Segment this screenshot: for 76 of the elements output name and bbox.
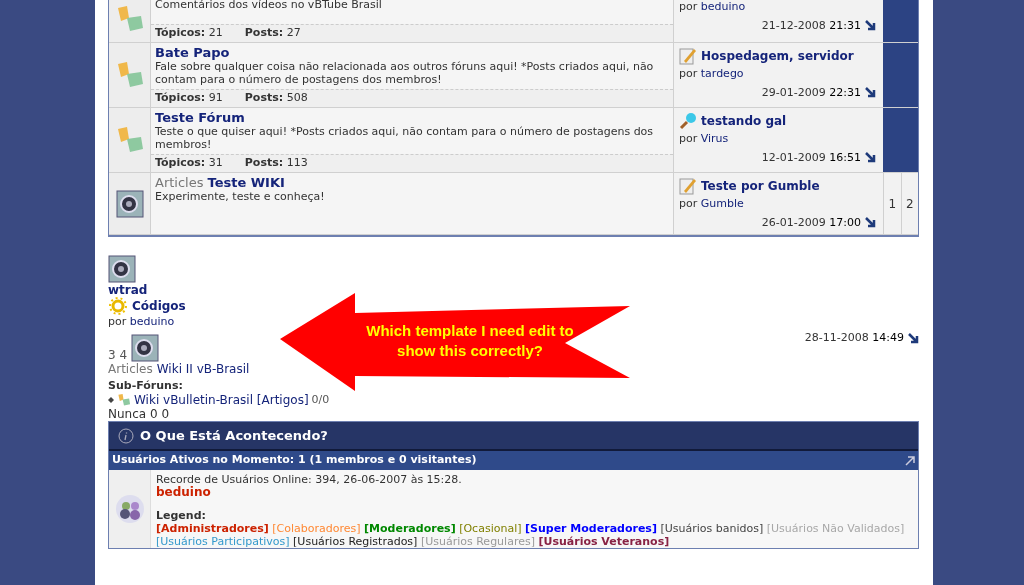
last-post-title-link[interactable]: Hospedagem, servidor xyxy=(701,47,854,65)
forum-title-link[interactable]: Bate Papo xyxy=(155,45,230,60)
last-post-author: por Gumble xyxy=(679,196,745,212)
last-post-never: Nunca 0 0 xyxy=(108,407,171,421)
legend-group: [Usuários Participativos] xyxy=(156,535,290,548)
author-link[interactable]: beduino xyxy=(700,0,746,13)
page-numbers: 3 4 xyxy=(108,348,128,362)
last-post-author: por beduino xyxy=(679,0,747,15)
forum-stat: Tópicos: 31 xyxy=(155,155,223,172)
panel-title: O Que Está Acontecendo? xyxy=(140,426,328,445)
forum-description: Comentários dos vídeos no vBTube Brasil xyxy=(155,0,383,11)
last-post-title-link[interactable]: testando gal xyxy=(701,112,787,130)
legend-label: Legend: xyxy=(156,509,207,522)
page-number-cell: 1 xyxy=(883,173,901,234)
collapse-arrow-icon[interactable] xyxy=(905,455,915,466)
legend-group: [Administradores] xyxy=(156,522,269,535)
forum-title-link[interactable]: Wiki II vB-Brasil xyxy=(156,362,250,376)
online-record-text: Recorde de Usuários Online: 394, 26-06-2007 às 15:28. xyxy=(156,473,463,486)
author-link[interactable]: Gumble xyxy=(700,197,744,210)
vault-icon xyxy=(108,255,136,283)
legend-group: [Usuários Regulares] xyxy=(420,535,535,548)
forum-title-link[interactable]: Teste Fórum xyxy=(155,110,245,125)
last-post-date: 12-01-2009 16:51 xyxy=(761,149,861,166)
forum-title-link[interactable]: Teste WIKI xyxy=(207,175,285,190)
legend-group: [Colaboradores] xyxy=(272,522,361,535)
go-to-post-arrow-icon[interactable] xyxy=(865,152,876,164)
go-to-post-arrow-icon[interactable] xyxy=(865,87,876,99)
last-post-title-link[interactable]: Códigos xyxy=(132,299,186,313)
active-users-heading: Usuários Ativos no Momento: 1 (1 membros e 0 visitantes) xyxy=(112,452,477,469)
forum-stat: Tópicos: 21 xyxy=(155,25,223,42)
notepad-pencil-icon xyxy=(679,177,697,195)
author-link[interactable]: Virus xyxy=(700,132,729,145)
legend-group: [Usuários Registrados] xyxy=(293,535,418,548)
legend-group: [Moderadores] xyxy=(364,522,456,535)
forum-stat: Posts: 508 xyxy=(244,90,308,107)
subforum-counts: 0/0 xyxy=(311,393,330,407)
legend-group: [Usuários Veteranos] xyxy=(538,535,670,548)
forum-stat: Posts: 27 xyxy=(244,25,301,42)
forum-stat: Tópicos: 91 xyxy=(155,90,223,107)
notepad-pencil-icon xyxy=(679,47,697,65)
last-post-date: 21-12-2008 21:31 xyxy=(761,17,861,34)
forum-prefix: Articles xyxy=(155,175,204,190)
go-to-post-arrow-icon[interactable] xyxy=(865,217,876,229)
magnifier-icon xyxy=(679,112,697,130)
callout-text: Which template I need edit to show this correctly? xyxy=(365,321,575,361)
last-post-author: por Virus xyxy=(679,131,730,147)
last-post-date: 29-01-2009 22:31 xyxy=(761,84,861,101)
info-icon xyxy=(118,427,134,444)
last-post-author: por beduino xyxy=(108,315,176,329)
legend-group: [Super Moderadores] xyxy=(525,522,657,535)
forum-folder-icon xyxy=(117,393,131,407)
bullet-icon xyxy=(108,397,114,403)
vault-icon xyxy=(115,189,144,218)
subforum-link[interactable]: Wiki vBulletin-Brasil [Artigos] xyxy=(134,393,309,407)
online-user-link[interactable]: beduino xyxy=(156,485,211,499)
last-post-title-link[interactable]: Teste por Gumble xyxy=(701,177,820,195)
forum-description: Experimente, teste e conheça! xyxy=(155,190,326,203)
legend-group: [Ocasional] xyxy=(459,522,522,535)
last-post-date: 28-11-2008 14:49 xyxy=(804,331,904,345)
forum-description: Teste o que quiser aqui! *Posts criados aqui, não contam para o número de postagens dos membros! xyxy=(155,125,655,151)
legend-group: [Usuários banidos] xyxy=(660,522,764,535)
sun-icon xyxy=(108,297,128,315)
author-link[interactable]: tardego xyxy=(700,67,744,80)
go-to-post-arrow-icon[interactable] xyxy=(908,332,919,344)
legend-group: [Usuários Não Validados] xyxy=(766,522,905,535)
last-post-date: 26-01-2009 17:00 xyxy=(761,214,861,231)
forum-stat: Posts: 113 xyxy=(244,155,308,172)
last-post-author: por tardego xyxy=(679,66,745,82)
vault-icon xyxy=(131,334,160,362)
author-link[interactable]: beduino xyxy=(129,315,175,328)
go-to-post-arrow-icon[interactable] xyxy=(865,20,876,32)
users-group-icon xyxy=(114,494,145,524)
subforums-label: Sub-Fóruns: xyxy=(108,379,184,393)
forum-name-link[interactable]: wtrad xyxy=(108,283,919,297)
forum-description: Fale sobre qualquer coisa não relacionada aos outros fóruns aqui! *Posts criados aqui, não contam para o número de postagens dos membros! xyxy=(155,60,655,86)
forum-prefix: Articles xyxy=(108,362,153,376)
